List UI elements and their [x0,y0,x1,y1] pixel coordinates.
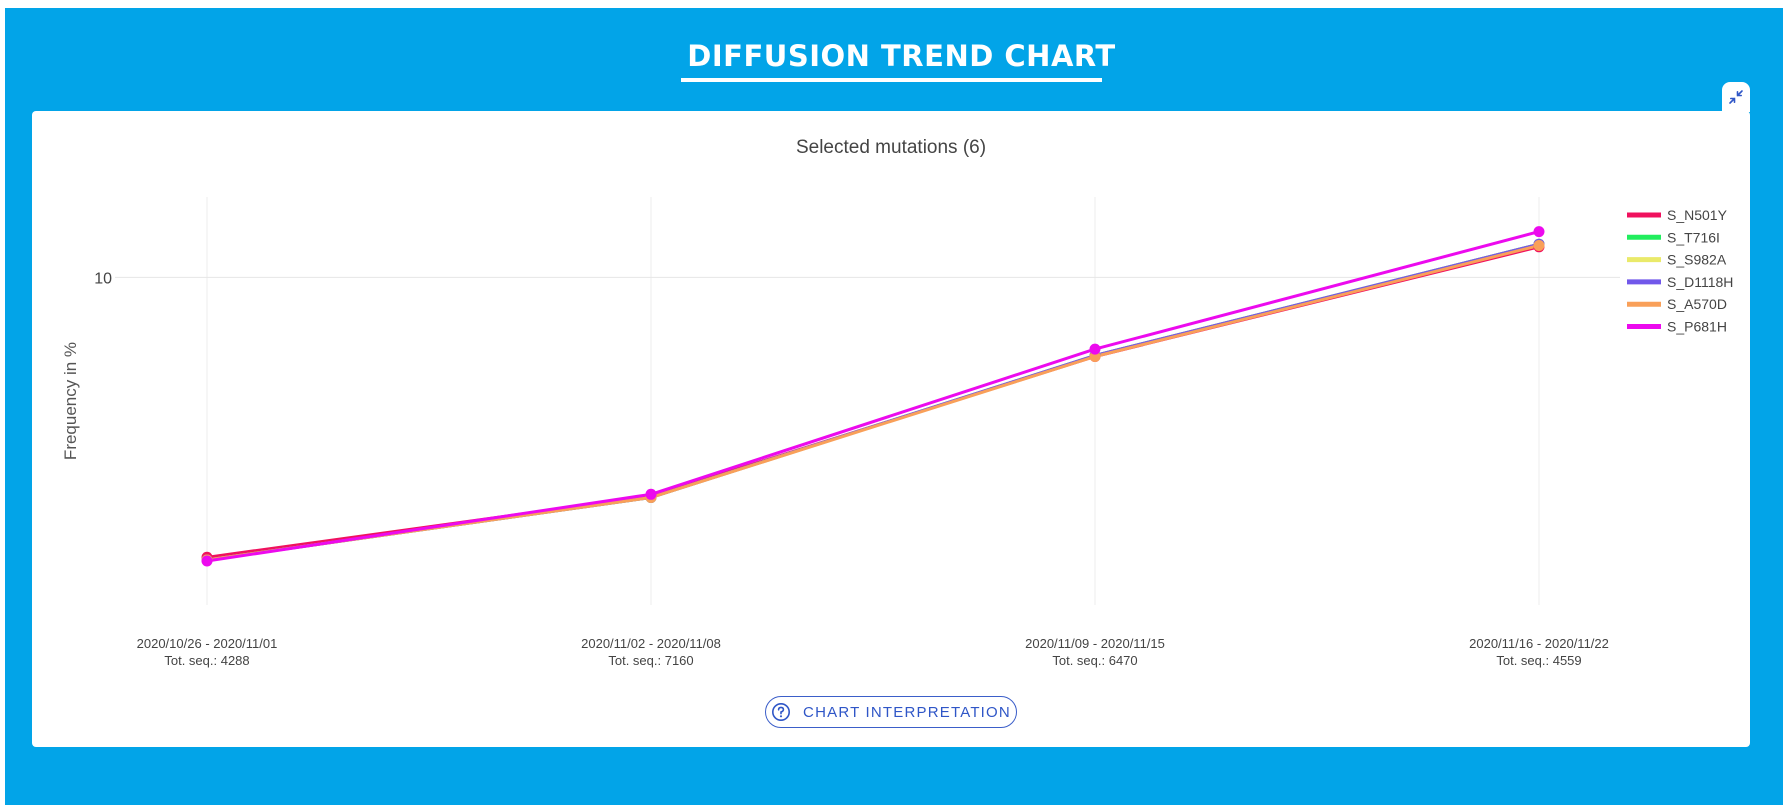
series-line-S_D1118H[interactable] [206,242,1540,562]
legend-label: S_P681H [1667,319,1727,335]
legend[interactable]: S_N501Y S_T716I S_S982A S_D1118H S_A570D S_P6… [1627,207,1733,335]
legend-item-S_D1118H[interactable]: S_D1118H [1627,274,1733,290]
data-point-S_P681H[interactable] [201,555,213,567]
legend-item-S_A570D[interactable]: S_A570D [1627,296,1727,312]
chart-interpretation-button[interactable]: CHART INTERPRETATION [765,696,1017,728]
help-circle-icon [772,703,791,721]
x-tick-total: Tot. seq.: 4559 [1496,653,1581,668]
data-point-S_P681H[interactable] [1533,226,1545,238]
line-chart: Selected mutations (6) Frequency in % 20… [61,137,1733,668]
series-line-S_T716I[interactable] [206,242,1540,562]
legend-item-S_T716I[interactable]: S_T716I [1627,229,1720,245]
axis-ticks: 2020/10/26 - 2020/11/01 Tot. seq.: 4288 20… [94,270,1609,668]
legend-label: S_D1118H [1667,274,1733,290]
x-tick-label: 2020/10/26 - 2020/11/01 [137,636,278,651]
data-point-S_P681H[interactable] [645,488,657,500]
legend-label: S_N501Y [1667,207,1728,223]
legend-item-S_S982A[interactable]: S_S982A [1627,252,1727,268]
data-point-S_P681H[interactable] [1089,343,1101,355]
x-tick-total: Tot. seq.: 4288 [164,653,249,668]
x-tick-total: Tot. seq.: 6470 [1052,653,1137,668]
legend-label: S_T716I [1667,229,1720,245]
x-tick-label: 2020/11/16 - 2020/11/22 [1469,636,1609,651]
legend-label: S_S982A [1667,252,1727,268]
y-tick-label: 10 [94,270,112,287]
x-tick-label: 2020/11/09 - 2020/11/15 [1025,636,1165,651]
series-line-S_S982A[interactable] [206,242,1540,562]
x-tick-total: Tot. seq.: 7160 [608,653,693,668]
series-line-S_A570D[interactable] [206,244,1540,562]
grid [115,197,1620,605]
y-axis-label: Frequency in % [61,342,80,460]
chart-title: Selected mutations (6) [796,137,986,158]
legend-item-S_P681H[interactable]: S_P681H [1627,319,1727,335]
x-tick-label: 2020/11/02 - 2020/11/08 [581,636,721,651]
page: DIFFUSION TREND CHART Selected mutations… [0,0,1783,812]
legend-item-S_N501Y[interactable]: S_N501Y [1627,207,1728,223]
series-line-S_P681H[interactable] [206,230,1540,563]
data-point-S_A570D[interactable] [1533,240,1545,251]
legend-label: S_A570D [1667,296,1727,312]
chart-interpretation-label: CHART INTERPRETATION [803,703,1011,721]
